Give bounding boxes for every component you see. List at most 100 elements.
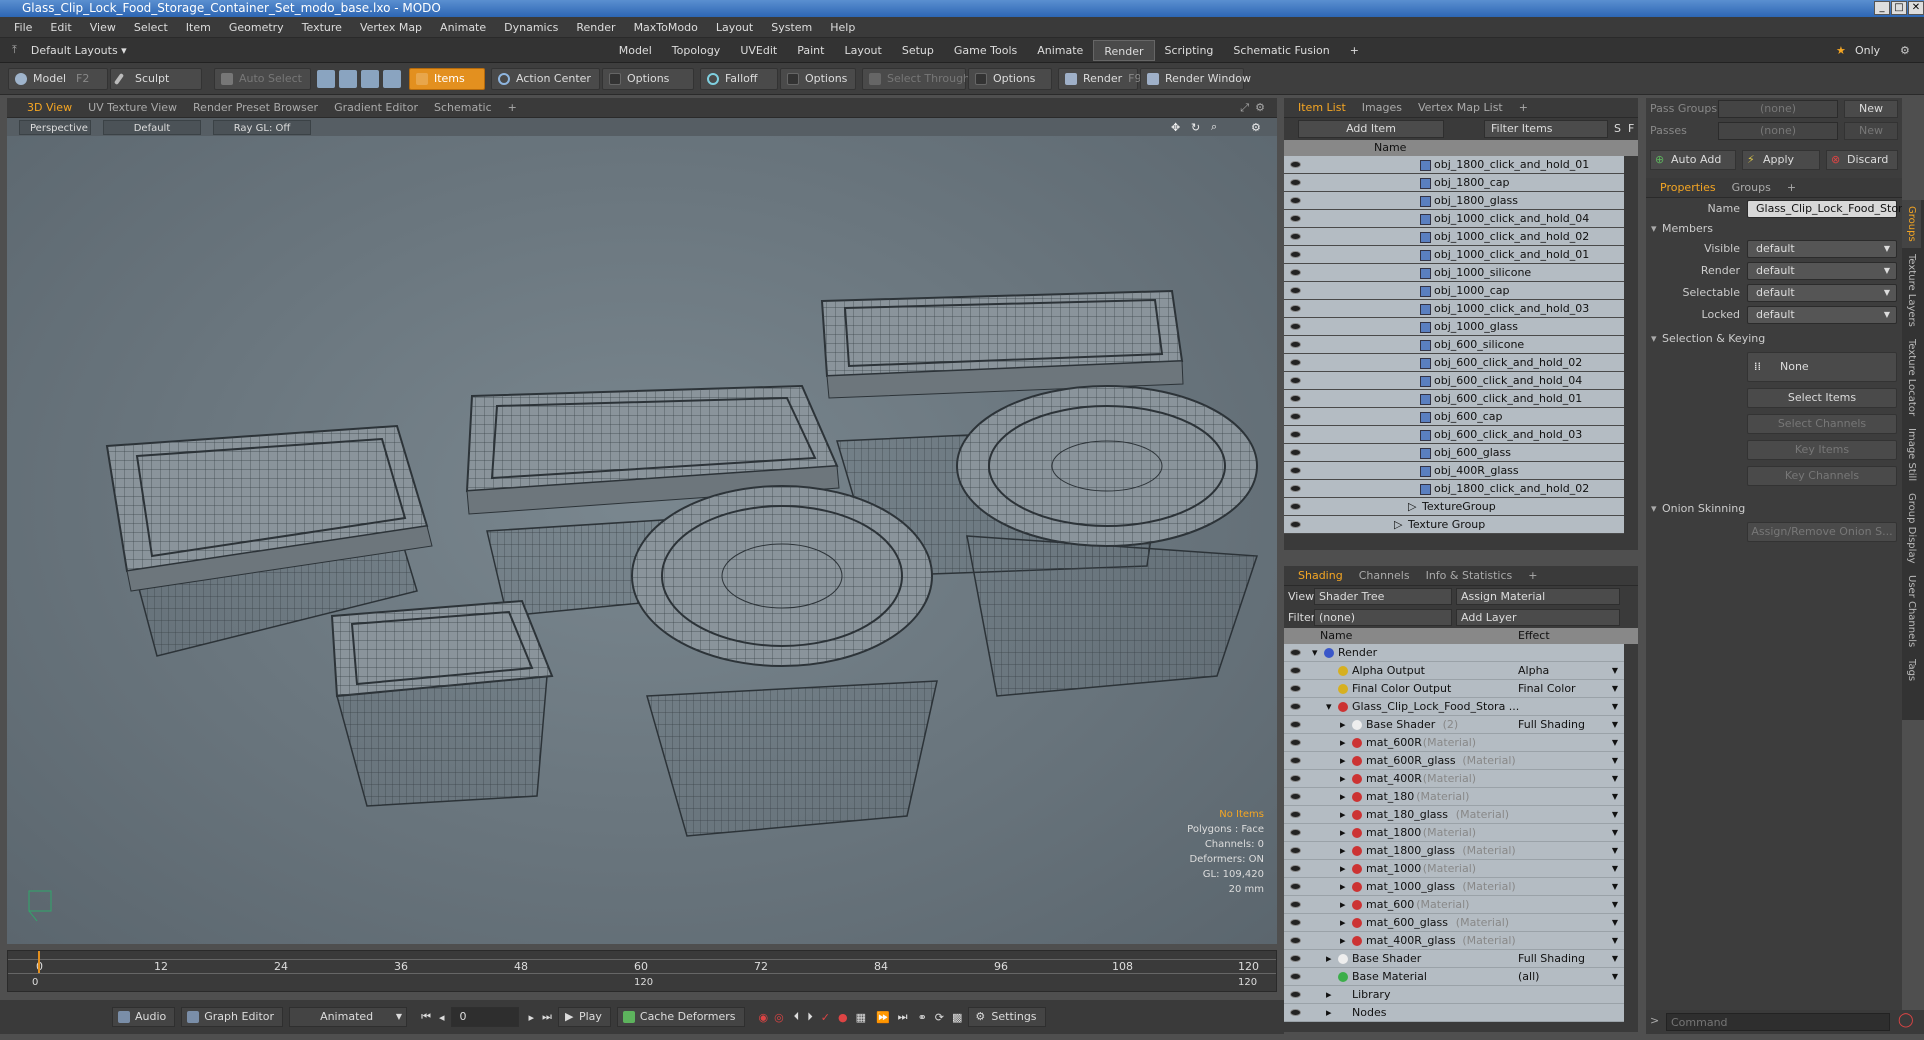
default-layouts-dropdown[interactable]: Default Layouts ▾ — [31, 44, 127, 57]
end-key-icon[interactable]: ⏭ — [898, 1010, 908, 1024]
rotate-view-icon[interactable]: ↻ — [1191, 121, 1200, 134]
expand-triangle-icon[interactable]: ▸ — [1326, 986, 1332, 1004]
shader-tree-row[interactable]: ▸ mat_400R_glass (Material) ▼ — [1284, 932, 1624, 950]
side-tab-group-display[interactable]: Group Display — [1902, 487, 1921, 569]
shader-tree-row[interactable]: ▸ mat_400R (Material) ▼ — [1284, 770, 1624, 788]
list-item[interactable]: obj_600_silicone — [1284, 336, 1624, 354]
tab-properties[interactable]: Properties — [1646, 178, 1724, 198]
eye-icon[interactable] — [1290, 215, 1301, 222]
members-section[interactable]: Members — [1646, 220, 1902, 238]
menu-maxtomodo[interactable]: MaxToModo — [625, 17, 707, 38]
menu-texture[interactable]: Texture — [293, 17, 351, 38]
add-item-dropdown[interactable]: Add Item — [1298, 120, 1444, 138]
list-item[interactable]: obj_600_click_and_hold_03 — [1284, 426, 1624, 444]
tab-item-list[interactable]: Item List — [1284, 98, 1354, 118]
list-item[interactable]: obj_1000_click_and_hold_03 — [1284, 300, 1624, 318]
add-layout-icon[interactable]: + — [1340, 40, 1369, 61]
chevron-down-icon[interactable]: ▼ — [1612, 662, 1618, 680]
list-item[interactable]: obj_1000_click_and_hold_04 — [1284, 210, 1624, 228]
edges-select-icon[interactable] — [338, 69, 357, 88]
onion-skinning-section[interactable]: Onion Skinning — [1646, 500, 1902, 518]
key-channels-button[interactable]: Key Channels — [1747, 466, 1897, 486]
layout-tab-setup[interactable]: Setup — [892, 40, 944, 61]
eye-icon[interactable] — [1290, 865, 1301, 872]
tab-render-preset-browser[interactable]: Render Preset Browser — [185, 98, 326, 118]
menu-render[interactable]: Render — [567, 17, 624, 38]
eye-icon[interactable] — [1290, 179, 1301, 186]
prev-key-icon[interactable]: ⏴ — [794, 1010, 800, 1024]
chevron-down-icon[interactable]: ▼ — [1612, 716, 1618, 734]
eye-icon[interactable] — [1290, 323, 1301, 330]
layout-tab-paint[interactable]: Paint — [787, 40, 834, 61]
eye-icon[interactable] — [1290, 467, 1301, 474]
expand-triangle-icon[interactable]: ▸ — [1340, 770, 1346, 788]
expand-triangle-icon[interactable]: ▷ — [1408, 498, 1416, 516]
eye-icon[interactable] — [1290, 937, 1301, 944]
layout-tab-scripting[interactable]: Scripting — [1155, 40, 1224, 61]
eye-icon[interactable] — [1290, 359, 1301, 366]
play-button[interactable]: ▶ Play — [557, 1007, 611, 1027]
zoom-view-icon[interactable]: ⌕ — [1211, 120, 1217, 134]
audio-button[interactable]: Audio — [112, 1007, 176, 1027]
filter-items-input[interactable]: Filter Items — [1484, 120, 1608, 138]
eye-icon[interactable] — [1290, 161, 1301, 168]
menu-geometry[interactable]: Geometry — [220, 17, 293, 38]
materials-select-icon[interactable] — [382, 69, 401, 88]
shading-style-dropdown[interactable]: Default — [103, 119, 201, 135]
apply-button[interactable]: ⚡ Apply — [1742, 150, 1820, 170]
tab-gradient-editor[interactable]: Gradient Editor — [326, 98, 426, 118]
eye-icon[interactable] — [1290, 287, 1301, 294]
chevron-down-icon[interactable]: ▼ — [1612, 788, 1618, 806]
auto-add-button[interactable]: ⊕ Auto Add — [1650, 150, 1736, 170]
group-item[interactable]: ▷ Texture Group — [1284, 516, 1624, 534]
list-item[interactable]: obj_600_glass — [1284, 444, 1624, 462]
list-item[interactable]: obj_600_click_and_hold_04 — [1284, 372, 1624, 390]
s-toggle[interactable]: S — [1614, 122, 1621, 135]
maximize-button[interactable]: □ — [1891, 1, 1907, 15]
none-button[interactable]: ⁞⁞ None — [1747, 352, 1897, 382]
eye-icon[interactable] — [1290, 973, 1301, 980]
move-view-icon[interactable]: ✥ — [1171, 121, 1180, 134]
list-item[interactable]: obj_1000_click_and_hold_02 — [1284, 228, 1624, 246]
assign-remove-onion-button[interactable]: Assign/Remove Onion S... — [1747, 522, 1897, 542]
eye-icon[interactable] — [1290, 991, 1301, 998]
eye-icon[interactable] — [1290, 901, 1301, 908]
list-item[interactable]: obj_600_cap — [1284, 408, 1624, 426]
action-center-button[interactable]: Action Center — [490, 67, 600, 90]
shader-tree-row[interactable]: ▸ mat_600_glass (Material) ▼ — [1284, 914, 1624, 932]
shader-tree-row[interactable]: ▸ mat_1800_glass (Material) ▼ — [1284, 842, 1624, 860]
render-window-button[interactable]: Render Window — [1139, 67, 1251, 90]
add-tab-icon[interactable]: + — [500, 98, 525, 118]
list-item[interactable]: obj_1000_glass — [1284, 318, 1624, 336]
layout-tab-schematic-fusion[interactable]: Schematic Fusion — [1223, 40, 1339, 61]
fwd-key-icon[interactable]: ⏩ — [876, 1011, 890, 1024]
eye-icon[interactable] — [1290, 503, 1301, 510]
shader-tree-row[interactable]: ▸ mat_600 (Material) ▼ — [1284, 896, 1624, 914]
expand-triangle-icon[interactable]: ▸ — [1340, 842, 1346, 860]
select-items-button[interactable]: Select Items — [1747, 388, 1897, 408]
chevron-down-icon[interactable]: ▼ — [1612, 932, 1618, 950]
list-item[interactable]: obj_400R_glass — [1284, 462, 1624, 480]
chevron-down-icon[interactable]: ▼ — [1612, 896, 1618, 914]
link-icon[interactable]: ⚭ — [918, 1011, 927, 1024]
tab-uv-texture-view[interactable]: UV Texture View — [80, 98, 185, 118]
model-mode-button[interactable]: Model F2 — [8, 67, 108, 90]
shader-row-effect[interactable]: Final Color — [1518, 680, 1576, 698]
expand-triangle-icon[interactable]: ▾ — [1312, 644, 1318, 662]
expand-triangle-icon[interactable]: ▸ — [1340, 932, 1346, 950]
chevron-down-icon[interactable]: ▼ — [1612, 842, 1618, 860]
gear-icon[interactable]: ⚙ — [1255, 101, 1265, 114]
viewport-settings-icon[interactable]: ⚙ — [1251, 121, 1261, 134]
menu-item[interactable]: Item — [177, 17, 220, 38]
list-item[interactable]: obj_1800_click_and_hold_01 — [1284, 156, 1624, 174]
shader-row-effect[interactable]: Full Shading — [1518, 950, 1585, 968]
pass-groups-dropdown[interactable]: (none) — [1718, 100, 1838, 118]
menu-edit[interactable]: Edit — [41, 17, 80, 38]
expand-triangle-icon[interactable]: ▸ — [1340, 878, 1346, 896]
menu-view[interactable]: View — [81, 17, 125, 38]
add-tab-icon[interactable]: + — [1520, 566, 1545, 586]
expand-triangle-icon[interactable]: ▸ — [1340, 914, 1346, 932]
side-tab-tags[interactable]: Tags — [1902, 653, 1921, 687]
eye-icon[interactable] — [1290, 721, 1301, 728]
command-input[interactable] — [1666, 1013, 1890, 1031]
